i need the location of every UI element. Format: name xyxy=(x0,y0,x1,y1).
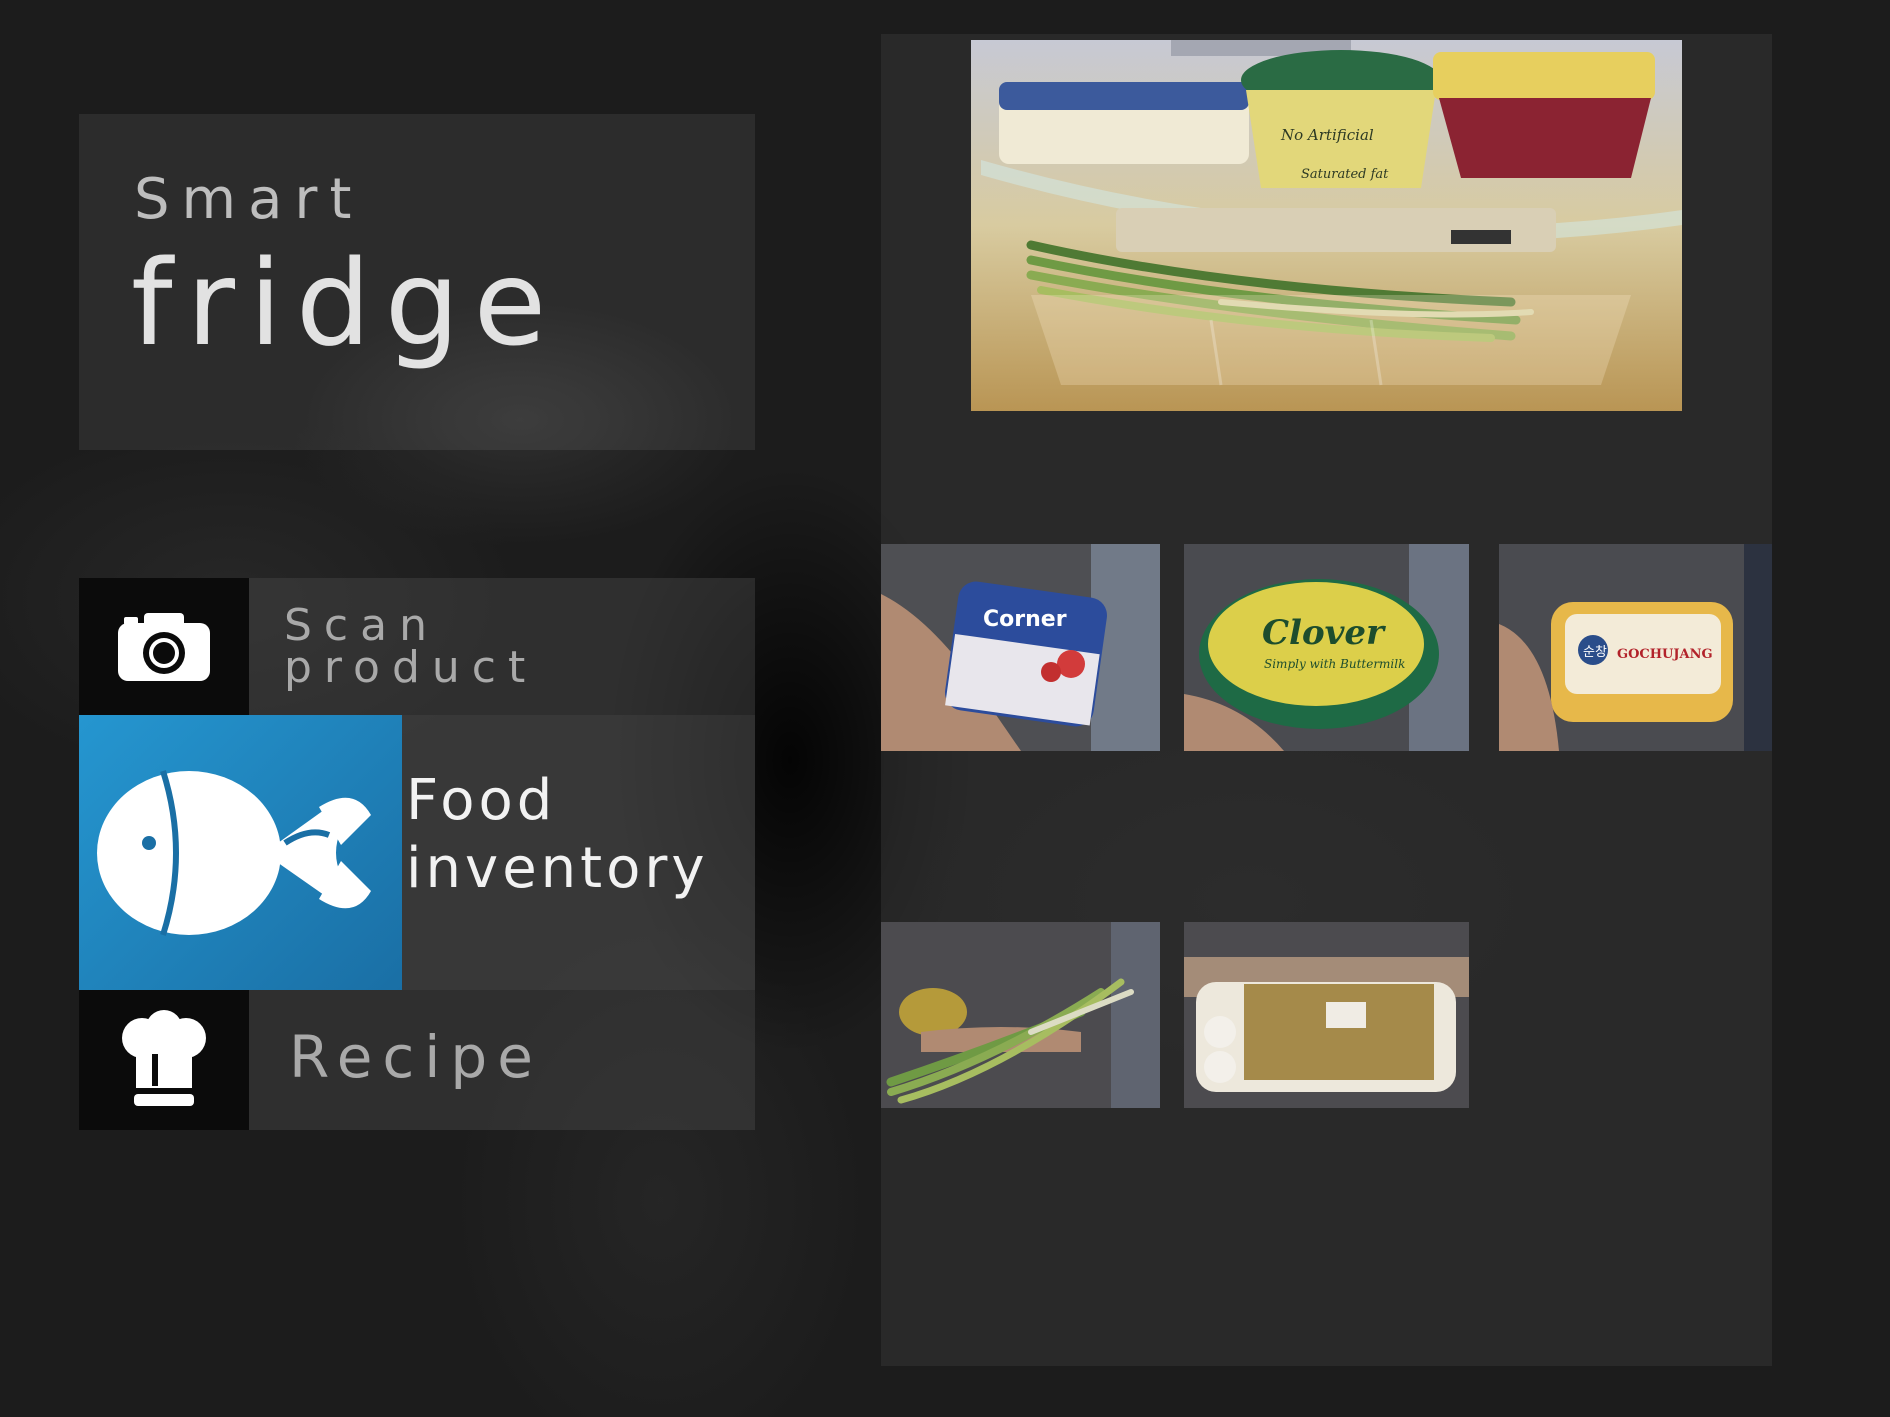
product-tagline: Simply with Buttermilk xyxy=(1264,657,1405,671)
food-label: Food inventory xyxy=(406,767,709,903)
product-thumbnail[interactable] xyxy=(1184,922,1469,1108)
camera-icon xyxy=(79,578,249,715)
product-thumbnail[interactable]: Clover Simply with Buttermilk xyxy=(1184,544,1469,751)
food-label-line1: Food xyxy=(406,768,557,833)
food-label-box: Food inventory xyxy=(402,715,755,990)
product-korean: 순창 xyxy=(1583,645,1607,660)
food-label-line2: inventory xyxy=(406,836,709,901)
menu-item-recipe[interactable]: Recipe xyxy=(79,990,755,1130)
fridge-label-right: Saturated fat xyxy=(1301,167,1389,182)
menu-item-scan-product[interactable]: Scan product xyxy=(79,578,755,715)
product-brand: GOCHUJANG xyxy=(1617,647,1713,662)
app-logo-panel: Smart fridge xyxy=(79,114,755,450)
app-title-line2: fridge xyxy=(131,234,561,372)
recipe-label-box: Recipe xyxy=(249,990,755,1130)
product-thumbnail[interactable] xyxy=(881,922,1160,1108)
scan-label-box: Scan product xyxy=(249,578,755,715)
recipe-label: Recipe xyxy=(289,1023,543,1091)
chef-hat-icon xyxy=(79,990,249,1130)
product-brand: Clover xyxy=(1262,613,1386,653)
app-title-line1: Smart xyxy=(134,167,364,232)
fridge-photo: No Artificial Saturated fat xyxy=(971,40,1682,411)
scan-label-line2: product xyxy=(284,642,538,693)
fish-icon xyxy=(79,715,402,990)
product-thumbnail[interactable]: Corner xyxy=(881,544,1160,751)
product-brand: Corner xyxy=(983,607,1067,632)
menu-item-food-inventory[interactable]: Food inventory xyxy=(79,715,755,990)
fridge-label-left: No Artificial xyxy=(1280,126,1374,144)
product-thumbnail[interactable]: 순창 GOCHUJANG xyxy=(1499,544,1772,751)
